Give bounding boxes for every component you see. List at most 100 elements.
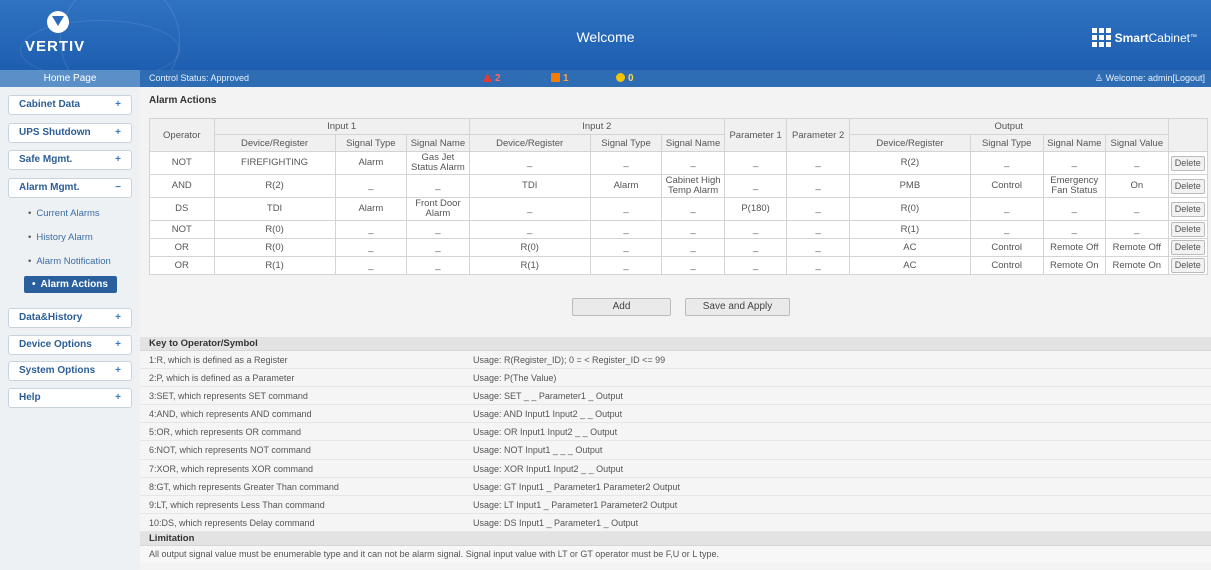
table-cell-i2t: Alarm <box>589 174 663 198</box>
header-out-value: Signal Value <box>1105 134 1169 152</box>
key-row: 4:AND, which represents AND command Usage… <box>140 405 1211 424</box>
key-definition: 6:NOT, which represents NOT command <box>149 445 311 456</box>
table-row: OR R(1) _ _ R(1) _ _ _ _ AC Control Remote On Remote… <box>149 256 1209 275</box>
delete-button[interactable]: Delete <box>1170 155 1205 171</box>
welcome-logout[interactable]: ♙ Welcome: admin[Logout] <box>1095 70 1205 87</box>
key-row: 5:OR, which represents OR command Usage: … <box>140 423 1211 442</box>
header-i2-device: Device/Register <box>468 134 591 152</box>
table-cell-ov: Remote On <box>1105 256 1169 275</box>
table-cell-on: _ <box>1042 220 1107 239</box>
table-cell-p2: _ <box>786 197 850 221</box>
key-row: 10:DS, which represents Delay command Usa… <box>140 513 1211 532</box>
home-page-link[interactable]: Home Page <box>0 70 140 87</box>
header-i1-device: Device/Register <box>213 134 336 152</box>
delete-cell: Delete <box>1167 174 1209 198</box>
main-content: Alarm Actions Operator Input 1 Input 2 P… <box>140 87 1211 570</box>
key-definition: 9:LT, which represents Less Than command <box>149 499 325 510</box>
key-definition: 3:SET, which represents SET command <box>149 391 308 402</box>
table-cell-i2n: _ <box>661 197 725 221</box>
delete-button[interactable]: Delete <box>1170 178 1205 194</box>
table-cell-p2: _ <box>786 256 850 275</box>
plus-icon: + <box>115 154 121 165</box>
minor-alarm-icon <box>616 73 625 82</box>
header-delete <box>1167 118 1209 152</box>
menu-alarm-mgmt[interactable]: Alarm Mgmt. − <box>8 178 132 198</box>
key-row: 7:XOR, which represents XOR command Usage… <box>140 459 1211 478</box>
plus-icon: + <box>115 339 121 350</box>
key-usage: Usage: XOR Input1 Input2 _ _ Output <box>473 463 624 474</box>
menu-device-options[interactable]: Device Options + <box>8 335 132 355</box>
table-row: DS TDI Alarm Front Door Alarm _ _ _ P(180) _ R(0)… <box>149 197 1209 221</box>
table-cell-i1n: Front Door Alarm <box>406 197 470 221</box>
menu-label: Safe Mgmt. <box>19 154 73 165</box>
menu-label: Data&History <box>19 312 83 323</box>
delete-button[interactable]: Delete <box>1170 240 1205 255</box>
table-cell-i2t: _ <box>589 151 663 175</box>
menu-data-history[interactable]: Data&History + <box>8 308 132 328</box>
table-cell-i1t: _ <box>334 238 408 257</box>
table-cell-i1n: _ <box>406 220 470 239</box>
menu-help[interactable]: Help + <box>8 388 132 408</box>
header-i2-type: Signal Type <box>589 134 663 152</box>
menu-label: Alarm Mgmt. <box>19 182 80 193</box>
table-cell-p2: _ <box>786 220 850 239</box>
delete-button[interactable]: Delete <box>1170 201 1205 217</box>
sidebar-item-history-alarm[interactable]: History Alarm <box>28 232 92 243</box>
table-cell-i2d: _ <box>468 197 591 221</box>
user-icon: ♙ <box>1095 73 1106 83</box>
table-cell-i2t: _ <box>589 256 663 275</box>
delete-button[interactable]: Delete <box>1170 258 1205 273</box>
welcome-text[interactable]: Welcome: admin[Logout] <box>1106 73 1205 83</box>
table-cell-i1n: _ <box>406 174 470 198</box>
table-cell-i1d: FIREFIGHTING <box>213 151 336 175</box>
table-cell-i1d: R(0) <box>213 220 336 239</box>
menu-safe-mgmt[interactable]: Safe Mgmt. + <box>8 150 132 170</box>
table-cell-op: NOT <box>149 151 215 175</box>
limitation-text: All output signal value must be enumerab… <box>140 545 1211 563</box>
major-alarm-icon <box>551 73 560 82</box>
table-cell-ov: _ <box>1105 220 1169 239</box>
table-cell-on: _ <box>1042 151 1107 175</box>
alarm-actions-table: Operator Input 1 Input 2 Parameter 1 Par… <box>149 118 1209 275</box>
add-button[interactable]: Add <box>572 298 671 316</box>
key-row: 3:SET, which represents SET command Usage… <box>140 387 1211 406</box>
smartcabinet-brand: Smart Cabinet ™ <box>1091 28 1197 47</box>
sidebar-item-alarm-actions[interactable]: Alarm Actions <box>24 276 117 293</box>
header-i2-name: Signal Name <box>661 134 725 152</box>
sidebar-item-alarm-notification[interactable]: Alarm Notification <box>28 256 110 267</box>
critical-alarm-count[interactable]: 2 <box>483 70 501 87</box>
key-section: Key to Operator/Symbol 1:R, which is def… <box>140 337 1211 563</box>
table-cell-i2d: R(1) <box>468 256 591 275</box>
table-cell-p1: P(180) <box>723 197 788 221</box>
table-cell-ot: _ <box>969 220 1044 239</box>
key-row: 8:GT, which represents Greater Than comm… <box>140 477 1211 496</box>
header-i1-type: Signal Type <box>334 134 408 152</box>
table-cell-od: AC <box>848 256 971 275</box>
table-cell-od: R(2) <box>848 151 971 175</box>
menu-ups-shutdown[interactable]: UPS Shutdown + <box>8 123 132 143</box>
control-status: Control Status: Approved <box>149 73 250 83</box>
critical-count-text: 2 <box>495 73 501 84</box>
menu-system-options[interactable]: System Options + <box>8 361 132 381</box>
save-and-apply-button[interactable]: Save and Apply <box>685 298 790 316</box>
major-alarm-count[interactable]: 1 <box>551 70 569 87</box>
table-cell-ov: _ <box>1105 197 1169 221</box>
menu-label: Cabinet Data <box>19 99 81 110</box>
table-cell-i2n: _ <box>661 256 725 275</box>
key-usage: Usage: DS Input1 _ Parameter1 _ Output <box>473 517 639 528</box>
menu-cabinet-data[interactable]: Cabinet Data + <box>8 95 132 115</box>
key-row: 6:NOT, which represents NOT command Usage… <box>140 441 1211 460</box>
table-cell-i2t: _ <box>589 220 663 239</box>
section-title: Alarm Actions <box>149 95 217 106</box>
delete-cell: Delete <box>1167 151 1209 175</box>
table-cell-ot: _ <box>969 151 1044 175</box>
header-output: Output <box>848 118 1169 135</box>
delete-cell: Delete <box>1167 220 1209 239</box>
table-cell-op: OR <box>149 256 215 275</box>
sidebar-item-current-alarms[interactable]: Current Alarms <box>28 208 99 219</box>
brand-tm: ™ <box>1190 34 1197 41</box>
minor-alarm-count[interactable]: 0 <box>616 70 634 87</box>
key-usage: Usage: P(The Value) <box>473 373 557 384</box>
delete-button[interactable]: Delete <box>1170 222 1205 237</box>
table-cell-op: DS <box>149 197 215 221</box>
